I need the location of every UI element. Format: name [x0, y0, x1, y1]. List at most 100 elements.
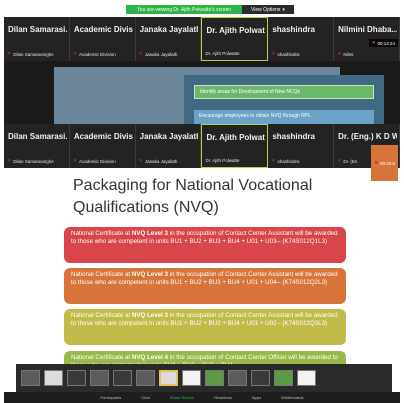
mic-muted-icon: ✕ — [271, 51, 276, 57]
participant-label: ✕ Academic Division — [73, 158, 133, 164]
participant-tile[interactable]: shashindra ✕ shashindra — [268, 124, 335, 168]
chat-button[interactable]: Chat — [141, 395, 149, 400]
window-thumbnail[interactable] — [251, 370, 270, 386]
window-thumbnail[interactable] — [44, 370, 63, 386]
meeting-toolbar: Participants Chat Share Screen Reactions… — [4, 392, 400, 403]
box-text: National Certificate at — [71, 230, 132, 237]
participant-tile[interactable]: shashindra ✕ shashindra — [268, 17, 335, 61]
recording-time: 00:05:5 — [379, 160, 395, 166]
window-thumbnail[interactable] — [205, 370, 224, 386]
window-thumbnail[interactable] — [67, 370, 86, 386]
participant-label: ✕ Nilmi — [337, 51, 397, 57]
window-thumbnail[interactable] — [228, 370, 247, 386]
window-thumbnail[interactable] — [21, 370, 40, 386]
participant-name-small: Dr. Ajith Polwatte — [205, 158, 240, 163]
recording-badge: ● 00:14:24 — [368, 39, 398, 47]
participant-label: ✕ shashindra — [271, 51, 331, 57]
qualification-box: National Certificate at NVQ Level 3 in t… — [64, 309, 346, 345]
whiteboards-button[interactable]: Whiteboards — [281, 395, 303, 400]
nvq-level: NVQ Level 3 — [131, 271, 168, 278]
participant-name-large: Dilan Samarasi... — [8, 25, 67, 34]
participant-name-small: Dilan Samarasinghe — [13, 158, 54, 164]
mic-muted-icon: ✕ — [138, 158, 143, 164]
participant-label: Dr. Ajith Polwatte — [205, 158, 265, 163]
participant-name-small: shashindra — [277, 51, 300, 57]
participant-name-small: Dilan Samarasinghe — [13, 51, 54, 57]
participant-name-large: Dr. (Eng.) K D W — [338, 132, 397, 141]
participant-name-large: shashindra — [272, 25, 315, 34]
participant-name-small: Janaka Jayalath — [144, 158, 178, 164]
mic-muted-icon: ✕ — [337, 158, 342, 164]
participant-name-large: Academic Divisi... — [73, 25, 133, 34]
nvq-level: NVQ Level 4 — [131, 354, 168, 361]
reactions-button[interactable]: Reactions — [214, 395, 232, 400]
participant-name-small: Academic Division — [79, 51, 116, 57]
mic-muted-icon: ✕ — [72, 158, 78, 164]
mic-muted-icon: ✕ — [72, 51, 78, 57]
window-thumbnail-active[interactable] — [159, 370, 178, 386]
window-thumbnail[interactable] — [297, 370, 316, 386]
participant-name-large: Dr. Ajith Polwatte — [206, 133, 265, 142]
participant-tile-active-speaker[interactable]: Dr. Ajith Polwatte Dr. Ajith Polwatte — [201, 17, 269, 61]
window-thumbnail[interactable] — [90, 370, 109, 386]
participant-label: Dr. Ajith Polwatte — [205, 51, 265, 56]
qualification-box: National Certificate at NVQ Level 3 in t… — [64, 268, 346, 304]
participant-name-large: shashindra — [272, 132, 315, 141]
mic-muted-icon: ✕ — [7, 158, 12, 164]
projected-slide-line-1: Identify areas for Development of New NC… — [194, 85, 374, 99]
mic-muted-icon: ✕ — [337, 51, 342, 57]
participant-name-small: Dr. Ajith Polwatte — [205, 51, 240, 56]
window-thumbnail[interactable] — [182, 370, 201, 386]
qualification-box: National Certificate at NVQ Level 3 in t… — [64, 227, 346, 263]
recording-badge: ● 00:05:5 — [371, 145, 398, 181]
participant-tile[interactable]: Janaka Jayalath ✕ Janaka Jayalath — [136, 124, 202, 168]
participant-tile[interactable]: Dilan Samarasi... ✕ Dilan Samarasinghe — [4, 17, 70, 61]
participant-strip-top: Dilan Samarasi... ✕ Dilan Samarasinghe Ac… — [4, 17, 400, 61]
box-text: National Certificate at — [71, 354, 132, 361]
share-screen-button[interactable]: Share Screen — [170, 395, 194, 400]
participant-name-small: Janaka Jayalath — [144, 51, 178, 57]
nvq-level: NVQ Level 3 — [131, 312, 168, 319]
participant-name-large: Dilan Samarasi... — [8, 132, 67, 141]
participant-name-large: Dr. Ajith Polwatte — [206, 26, 265, 35]
nvq-level: NVQ Level 3 — [131, 230, 168, 237]
participant-label: ✕ Janaka Jayalath — [139, 51, 199, 57]
participant-name-small: shashindra — [277, 158, 300, 164]
participant-tile[interactable]: Janaka Jayalath ✕ Janaka Jayalath — [136, 17, 202, 61]
participant-name-small: Dr. (En — [343, 158, 358, 164]
recording-time: 00:14:24 — [377, 40, 395, 46]
record-dot-icon: ● — [374, 160, 378, 166]
participant-label: ✕ Janaka Jayalath — [139, 158, 199, 164]
view-options-button[interactable]: View Options ▾ — [242, 5, 294, 14]
participant-name-small: Academic Division — [79, 158, 116, 164]
participant-tile[interactable]: Academic Divisi... ✕Academic Division — [70, 17, 136, 61]
mic-muted-icon: ✕ — [7, 51, 12, 57]
participant-tile[interactable]: Dilan Samarasi... ✕ Dilan Samarasinghe — [4, 124, 70, 168]
participant-tile[interactable]: Academic Divisi... ✕Academic Division — [70, 124, 136, 168]
slide-title: Packaging for National Vocational Qualif… — [73, 177, 313, 216]
box-text: National Certificate at — [71, 271, 132, 278]
participant-label: ✕ shashindra — [271, 158, 331, 164]
shared-video: Identify areas for Development of New NC… — [4, 61, 400, 124]
box-text: National Certificate at — [71, 312, 132, 319]
view-options-label: View Options — [251, 6, 281, 13]
participant-name-large: Nilmini Dhaba... — [338, 25, 397, 34]
share-banner: You are viewing Dr. Ajith Polwatte's scr… — [126, 5, 294, 14]
apps-button[interactable]: Apps — [252, 395, 261, 400]
participant-label: ✕ Academic Division — [73, 51, 133, 57]
participant-name-large: Academic Divisi... — [73, 132, 133, 141]
window-thumbnail[interactable] — [274, 370, 293, 386]
participant-tile-active-speaker[interactable]: Dr. Ajith Polwatte Dr. Ajith Polwatte — [201, 124, 269, 168]
viewing-label: You are viewing Dr. Ajith Polwatte's scr… — [126, 5, 242, 14]
window-thumbnail[interactable] — [136, 370, 155, 386]
participant-strip-second: Dilan Samarasi... ✕ Dilan Samarasinghe Ac… — [4, 124, 400, 181]
participants-button[interactable]: Participants — [100, 395, 121, 400]
mic-muted-icon: ✕ — [271, 158, 276, 164]
participant-name-large: Janaka Jayalath — [139, 132, 199, 141]
shared-slide: Packaging for National Vocational Qualif… — [52, 170, 348, 396]
window-thumbnail[interactable] — [113, 370, 132, 386]
projected-slide-line-2: Encourage employees to obtain NVQ throug… — [194, 110, 374, 124]
participant-label: ✕ Dilan Samarasinghe — [7, 158, 67, 164]
participant-name-large: Janaka Jayalath — [139, 25, 199, 34]
chevron-down-icon: ▾ — [282, 6, 285, 13]
